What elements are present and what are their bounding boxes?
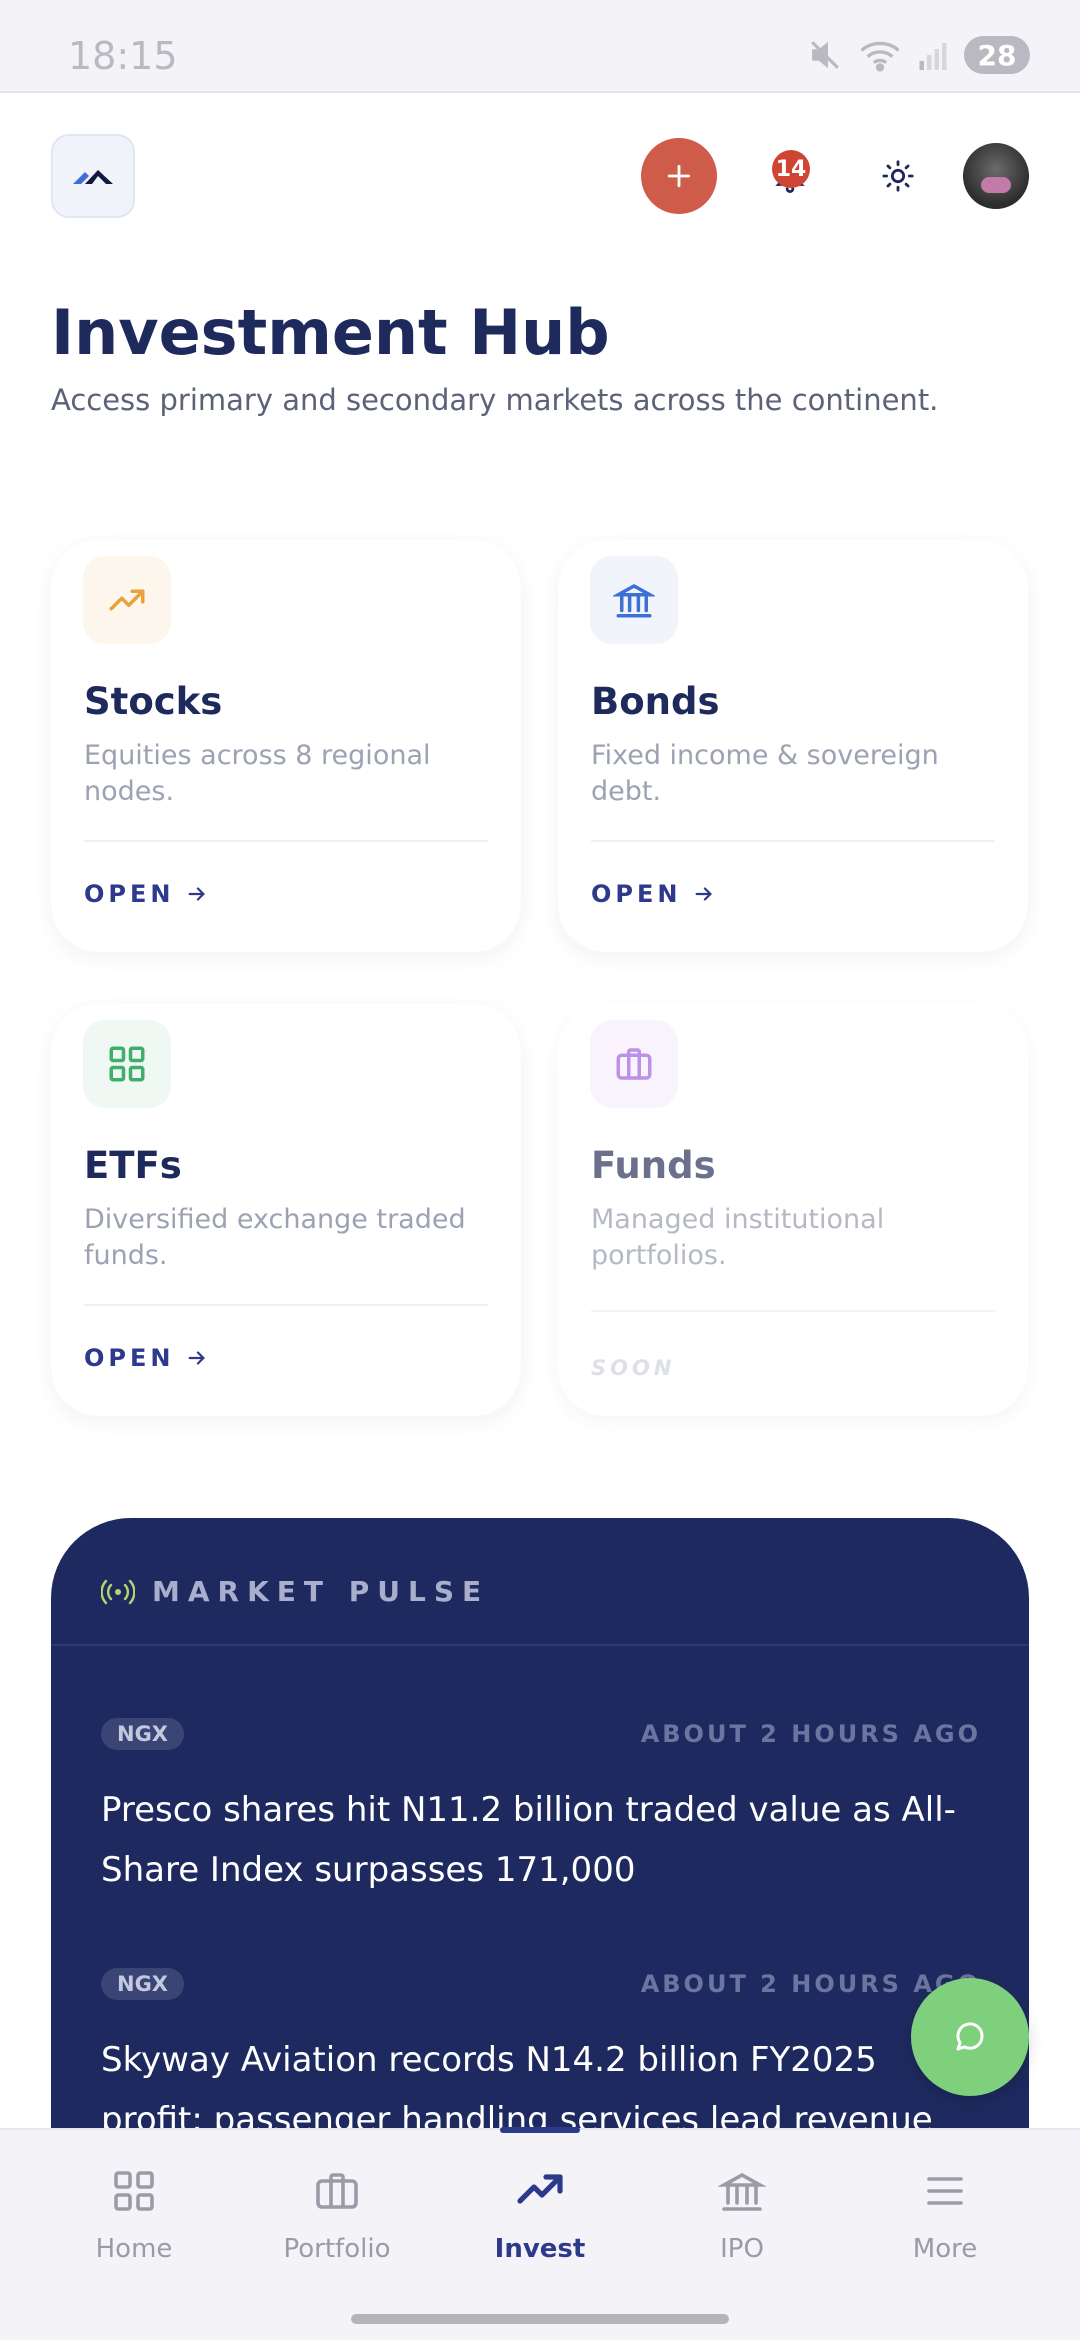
exchange-tag: NGX — [101, 1968, 185, 2000]
card-title: Stocks — [84, 680, 223, 723]
card-stocks[interactable]: Stocks Equities across 8 regional nodes.… — [51, 540, 521, 952]
status-bar: 18:15 28 — [0, 0, 1080, 93]
bank-icon — [718, 2172, 766, 2211]
soon-label: SOON — [591, 1356, 676, 1380]
plus-icon — [667, 164, 691, 188]
trending-up-icon — [517, 2174, 563, 2204]
nav-label: IPO — [720, 2234, 764, 2264]
nav-label: Invest — [494, 2234, 586, 2264]
nav-icon-wrap — [514, 2164, 566, 2218]
nav-icon-wrap — [921, 2164, 969, 2218]
card-title: Funds — [591, 1144, 716, 1187]
card-bonds[interactable]: Bonds Fixed income & sovereign debt. OPE… — [558, 540, 1028, 952]
add-button[interactable] — [641, 138, 717, 214]
card-action-label: OPEN — [591, 880, 682, 908]
arrow-right-icon — [696, 887, 713, 901]
card-title: Bonds — [591, 680, 720, 723]
trending-up-icon — [109, 589, 145, 611]
card-title: ETFs — [84, 1144, 182, 1187]
briefcase-icon — [316, 2173, 358, 2209]
signal-icon — [919, 43, 947, 70]
card-description: Managed institutional portfolios. — [591, 1204, 885, 1271]
card-funds: Funds Managed institutional portfolios. … — [558, 1004, 1028, 1416]
status-icons: 28 — [808, 36, 1030, 74]
status-time: 18:15 — [68, 34, 178, 78]
nav-label: Portfolio — [283, 2234, 391, 2264]
card-icon-box — [590, 1020, 678, 1108]
briefcase-icon — [616, 1048, 652, 1080]
card-action-label: OPEN — [84, 880, 175, 908]
home-indicator-bar[interactable] — [351, 2314, 729, 2324]
avatar[interactable] — [963, 143, 1029, 209]
chat-bubble-icon — [956, 2022, 984, 2051]
card-description: Fixed income & sovereign debt. — [591, 740, 939, 807]
home-grid-icon — [114, 2171, 154, 2211]
active-tab-indicator — [500, 2127, 580, 2133]
logo-icon — [73, 170, 113, 184]
wifi-icon — [860, 41, 900, 72]
arrow-right-icon — [189, 1351, 206, 1365]
menu-icon — [927, 2177, 963, 2205]
nav-item-more[interactable]: More — [844, 2130, 1046, 2290]
news-headline: Presco shares hit N11.2 billion traded v… — [101, 1790, 956, 1890]
nav-icon-wrap — [312, 2164, 362, 2218]
broadcast-icon — [101, 1579, 135, 1605]
nav-item-ipo[interactable]: IPO — [641, 2130, 843, 2290]
exchange-tag: NGX — [101, 1718, 185, 1750]
page-title: Investment Hub — [51, 296, 610, 369]
bank-icon — [613, 583, 655, 618]
nav-label: More — [912, 2234, 978, 2264]
theme-toggle-button[interactable] — [860, 138, 936, 214]
news-headline: Skyway Aviation records N14.2 billion FY… — [101, 2040, 933, 2138]
nav-label: Home — [95, 2234, 173, 2264]
notification-badge: 14 — [772, 150, 810, 188]
card-divider — [591, 1310, 995, 1312]
open-etfs-link[interactable]: OPEN — [84, 1344, 208, 1372]
nav-item-portfolio[interactable]: Portfolio — [236, 2130, 438, 2290]
card-description: Diversified exchange traded funds. — [84, 1204, 466, 1271]
sun-icon — [882, 160, 914, 192]
nav-icon-wrap — [718, 2164, 766, 2218]
card-etfs[interactable]: ETFs Diversified exchange traded funds. … — [51, 1004, 521, 1416]
card-divider — [591, 840, 995, 842]
nav-item-home[interactable]: Home — [33, 2130, 235, 2290]
bottom-nav: Home Portfolio Invest IPO More — [0, 2128, 1080, 2340]
grid-icon — [109, 1046, 145, 1082]
nav-item-invest[interactable]: Invest — [439, 2130, 641, 2290]
card-divider — [84, 1304, 488, 1306]
news-item[interactable]: NGX ABOUT 2 HOURS AGO Presco shares hit … — [101, 1718, 981, 1918]
mute-icon — [811, 41, 839, 69]
open-stocks-link[interactable]: OPEN — [84, 880, 208, 908]
card-icon-box — [83, 1020, 171, 1108]
market-pulse-header: MARKET PULSE — [51, 1518, 1029, 1646]
app-logo[interactable] — [51, 134, 135, 218]
open-bonds-link[interactable]: OPEN — [591, 880, 715, 908]
market-pulse-panel: MARKET PULSE NGX ABOUT 2 HOURS AGO Presc… — [51, 1518, 1029, 2138]
card-icon-box — [83, 556, 171, 644]
battery-indicator: 28 — [964, 36, 1030, 74]
card-divider — [84, 840, 488, 842]
news-item[interactable]: NGX ABOUT 2 HOURS AGO Skyway Aviation re… — [101, 1968, 981, 2138]
market-pulse-title: MARKET PULSE — [152, 1575, 490, 1608]
chat-button[interactable] — [911, 1978, 1029, 2096]
card-action-label: OPEN — [84, 1344, 175, 1372]
arrow-right-icon — [189, 887, 206, 901]
nav-icon-wrap — [110, 2164, 158, 2218]
news-time: ABOUT 2 HOURS AGO — [640, 1720, 981, 1748]
card-icon-box — [590, 556, 678, 644]
card-description: Equities across 8 regional nodes. — [84, 740, 431, 807]
page-subtitle: Access primary and secondary markets acr… — [51, 383, 939, 417]
